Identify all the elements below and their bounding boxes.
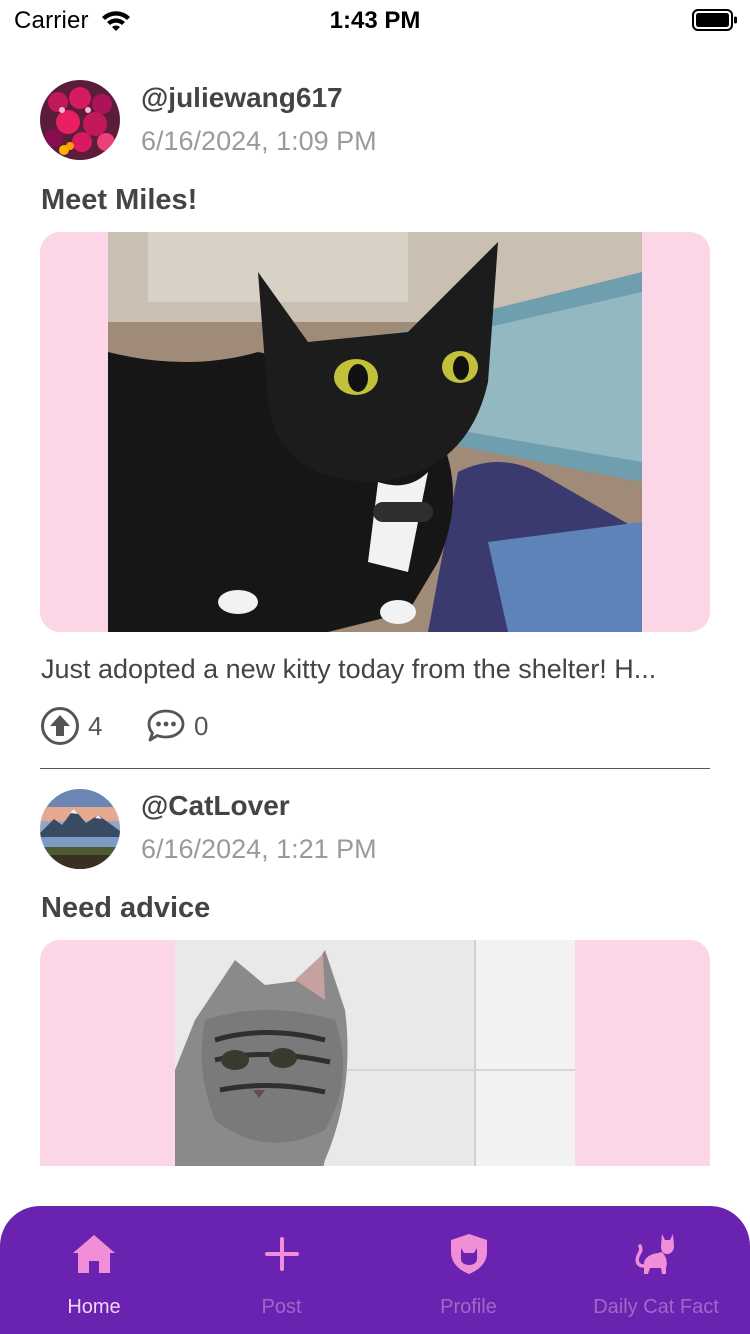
avatar[interactable] xyxy=(40,789,120,869)
black-cat-photo xyxy=(108,232,642,632)
tab-profile[interactable]: Profile xyxy=(375,1206,562,1334)
tab-home[interactable]: Home xyxy=(0,1206,188,1334)
cat-icon xyxy=(635,1234,674,1274)
comment-bubble-icon xyxy=(147,709,185,742)
upvote-button[interactable]: 4 xyxy=(40,706,102,746)
post-timestamp: 6/16/2024, 1:21 PM xyxy=(141,834,377,864)
post-feed[interactable]: @juliewang617 6/16/2024, 1:09 PM Meet Mi… xyxy=(0,60,750,1166)
tab-label: Home xyxy=(67,1296,121,1318)
flowers-avatar-image xyxy=(40,80,120,160)
tabby-cat-photo xyxy=(175,940,575,1166)
tab-label: Profile xyxy=(440,1296,497,1318)
post-image[interactable] xyxy=(40,940,710,1166)
tab-label: Daily Cat Fact xyxy=(593,1296,719,1318)
post-username[interactable]: @juliewang617 xyxy=(141,82,343,114)
clock: 1:43 PM xyxy=(329,7,421,34)
tab-post[interactable]: Post xyxy=(188,1206,375,1334)
battery-icon xyxy=(692,9,737,31)
upvote-icon xyxy=(41,707,79,745)
status-bar: Carrier 1:43 PM xyxy=(0,0,750,40)
comment-count: 0 xyxy=(194,710,209,741)
upvote-count: 4 xyxy=(88,710,103,741)
post-card[interactable]: @CatLover 6/16/2024, 1:21 PM Need advice xyxy=(0,768,750,1166)
shield-cat-icon xyxy=(450,1234,487,1274)
home-icon xyxy=(73,1235,115,1273)
plus-icon xyxy=(264,1237,299,1271)
post-username[interactable]: @CatLover xyxy=(141,790,290,822)
post-image[interactable] xyxy=(40,232,710,632)
bottom-tab-bar: Home Post Profile Daily Cat Fact xyxy=(0,1206,750,1334)
avatar[interactable] xyxy=(40,80,120,160)
tab-label: Post xyxy=(261,1296,302,1318)
comment-button[interactable]: 0 xyxy=(146,708,208,744)
post-caption: Just adopted a new kitty today from the … xyxy=(41,654,657,684)
tab-daily-cat-fact[interactable]: Daily Cat Fact xyxy=(562,1206,750,1334)
post-title: Meet Miles! xyxy=(41,184,198,216)
mountain-landscape-avatar-image xyxy=(40,789,120,869)
post-timestamp: 6/16/2024, 1:09 PM xyxy=(141,126,377,156)
post-title: Need advice xyxy=(41,892,211,924)
post-card[interactable]: @juliewang617 6/16/2024, 1:09 PM Meet Mi… xyxy=(0,60,750,769)
